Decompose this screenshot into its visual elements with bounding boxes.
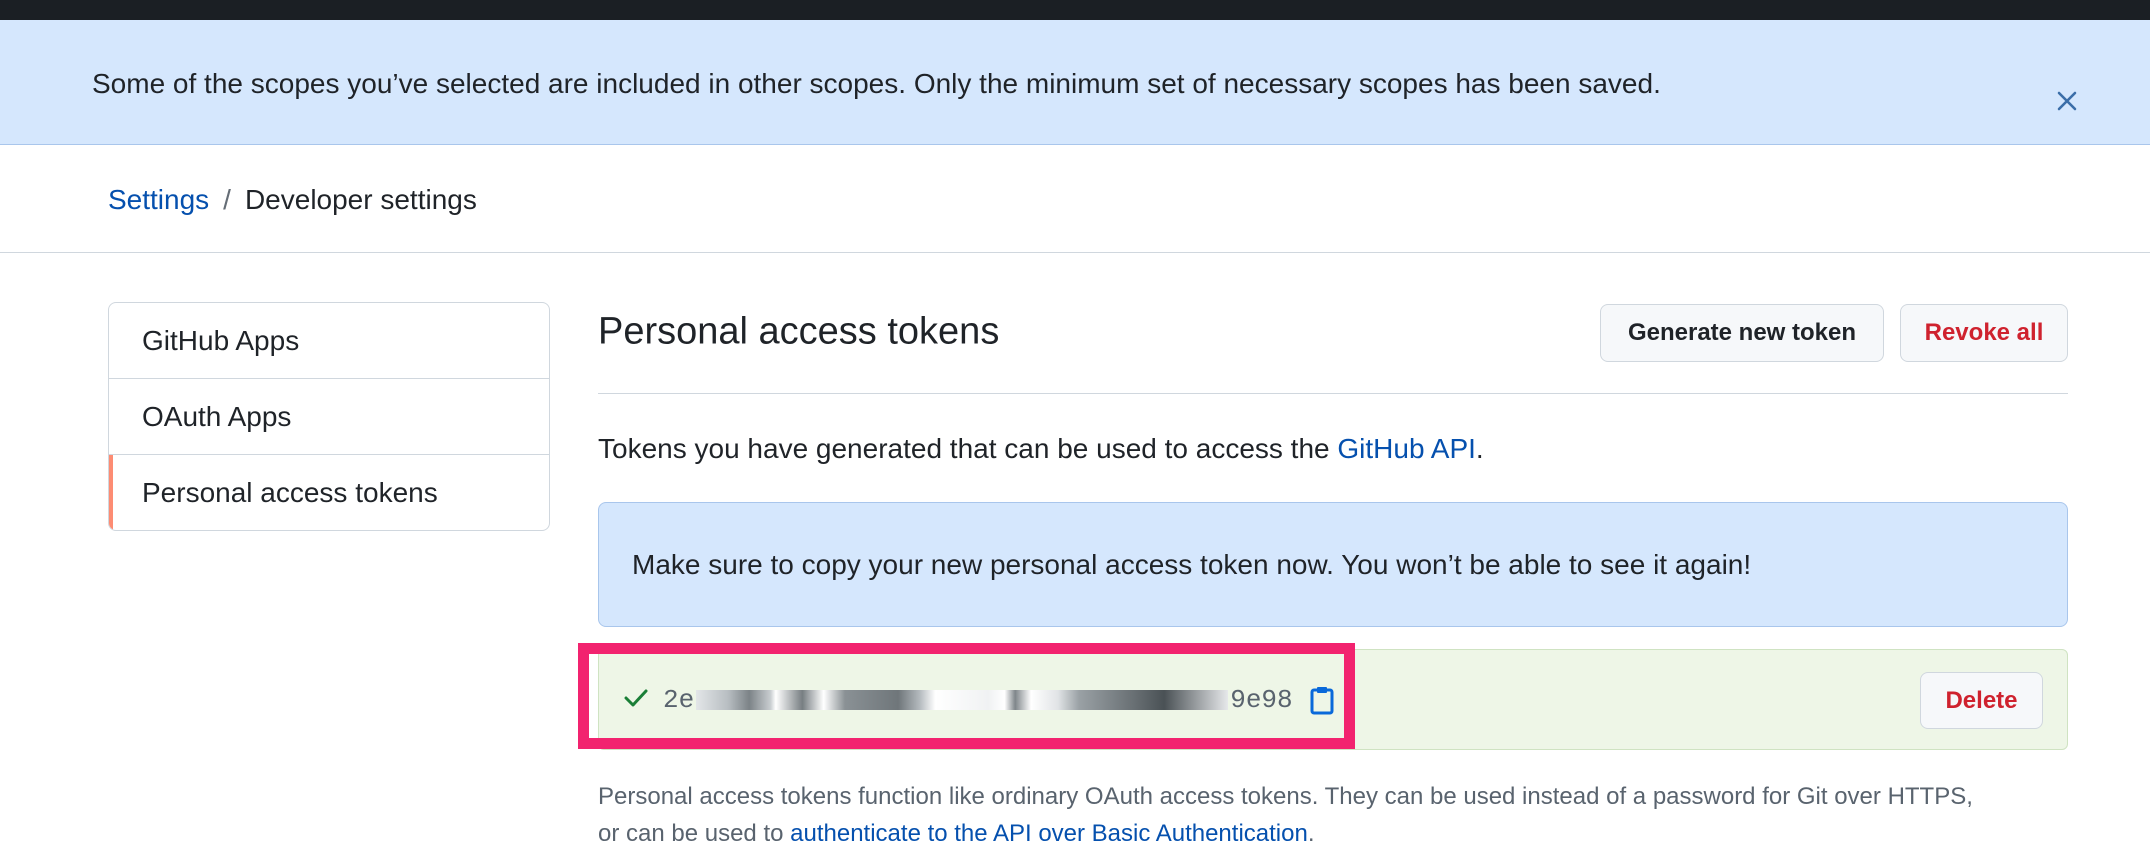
breadcrumb-separator: / [223,184,231,215]
sidebar-item-oauth-apps[interactable]: OAuth Apps [109,379,549,455]
breadcrumb-settings-link[interactable]: Settings [108,184,209,216]
generate-new-token-button[interactable]: Generate new token [1600,304,1884,362]
title-divider [598,393,2068,394]
flash-message: Some of the scopes you’ve selected are i… [92,68,1661,99]
sidebar-item-personal-access-tokens[interactable]: Personal access tokens [109,455,549,530]
breadcrumb-bar: Settings / Developer settings [0,145,2150,253]
footnote-end: . [1307,820,1315,847]
footnote-line1: Personal access tokens function like ord… [598,783,1973,810]
token-suffix: 9e98 [1230,685,1293,715]
copy-token-notice: Make sure to copy your new personal acce… [598,502,2068,627]
intro-text-body: Tokens you have generated that can be us… [598,433,1338,464]
footnote-line2: or can be used to authenticate to the AP… [598,815,1973,852]
token-prefix: 2e [663,685,695,715]
token-value: 2e 9e98 [623,685,1335,715]
sidebar-item-label: GitHub Apps [142,324,300,356]
footnote-prefix: or can be used to [598,820,791,847]
sidebar-nav: GitHub Apps OAuth Apps Personal access t… [108,302,550,531]
breadcrumb: Settings / Developer settings [108,184,477,216]
sidebar-item-label: OAuth Apps [142,400,292,432]
breadcrumb-current: Developer settings [244,184,477,215]
delete-token-button[interactable]: Delete [1920,672,2043,729]
top-bar [0,0,2150,20]
flash-banner: Some of the scopes you’ve selected are i… [0,20,2150,145]
new-token-row: 2e 9e98 Delete [598,649,2068,750]
clipboard-icon[interactable] [1309,685,1335,715]
github-api-link[interactable]: GitHub API [1337,433,1476,464]
revoke-all-button[interactable]: Revoke all [1900,304,2068,362]
token-text: 2e 9e98 [663,685,1293,715]
close-icon[interactable] [2052,86,2082,116]
notice-message: Make sure to copy your new personal acce… [632,549,1752,580]
basic-auth-link[interactable]: authenticate to the API over Basic Authe… [790,820,1308,847]
page-title: Personal access tokens [598,310,1000,353]
footnote: Personal access tokens function like ord… [598,778,1973,852]
token-redacted [696,690,1229,710]
sidebar-item-github-apps[interactable]: GitHub Apps [109,303,549,379]
intro-text-end: . [1475,433,1484,464]
sidebar-item-label: Personal access tokens [142,476,438,508]
check-icon [623,687,649,714]
intro-text: Tokens you have generated that can be us… [598,433,1484,465]
